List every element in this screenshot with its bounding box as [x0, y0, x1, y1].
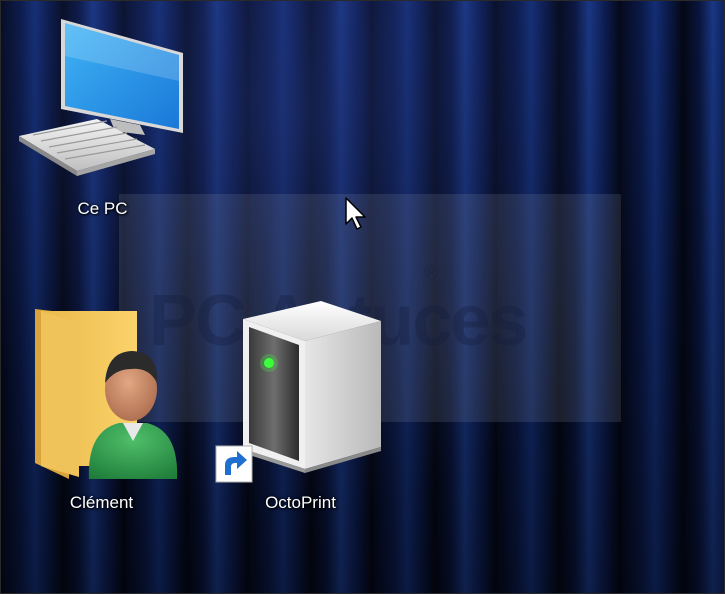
desktop-icon-clement[interactable]: Clément [19, 301, 184, 521]
watermark-registered-mark: ® [424, 262, 439, 284]
shortcut-arrow-icon [215, 445, 253, 483]
desktop[interactable]: PC Astuces ® Ce PC Clément OctoPrint [0, 0, 725, 594]
desktop-icon-ce-pc[interactable]: Ce PC [15, 11, 190, 231]
icon-label: Ce PC [77, 199, 128, 218]
icon-label: OctoPrint [265, 493, 336, 512]
desktop-icon-octoprint[interactable]: OctoPrint [213, 297, 388, 517]
monitor-pc-icon [19, 19, 183, 176]
icon-label: Clément [69, 493, 134, 512]
mouse-pointer-icon [345, 197, 366, 230]
user-folder-icon [35, 309, 178, 479]
